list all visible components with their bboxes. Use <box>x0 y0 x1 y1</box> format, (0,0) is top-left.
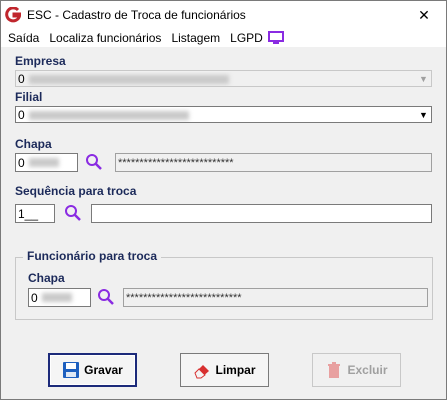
menu-localiza-funcionarios[interactable]: Localiza funcionários <box>44 29 166 47</box>
search-icon[interactable] <box>85 153 103 171</box>
gravar-label: Gravar <box>84 363 123 377</box>
excluir-label: Excluir <box>347 363 388 377</box>
filial-value: 0 <box>18 107 25 122</box>
funcionario-chapa-label: Chapa <box>28 271 65 285</box>
search-icon[interactable] <box>64 204 82 222</box>
limpar-button[interactable]: Limpar <box>180 353 269 387</box>
chapa-value: 0 <box>18 155 25 170</box>
eraser-icon <box>194 365 210 379</box>
sequencia-label: Sequência para troca <box>15 184 137 198</box>
menu-listagem[interactable]: Listagem <box>166 29 225 47</box>
limpar-label: Limpar <box>215 363 256 377</box>
funcionario-name-field: *************************** <box>123 288 428 307</box>
save-icon <box>63 362 80 378</box>
chapa-label: Chapa <box>15 137 52 151</box>
close-icon: ✕ <box>418 6 430 23</box>
sequencia-description-field[interactable] <box>91 204 432 223</box>
chevron-down-icon: ▼ <box>419 73 428 84</box>
close-button[interactable]: ✕ <box>402 1 446 29</box>
funcionario-chapa-value: 0 <box>31 290 38 305</box>
chapa-input[interactable]: 0 <box>15 153 78 172</box>
app-logo-icon <box>5 7 21 23</box>
filial-select[interactable]: 0 ▼ <box>15 106 432 123</box>
menu-saida[interactable]: Saída <box>3 29 44 47</box>
redacted-text <box>28 110 189 120</box>
empresa-label: Empresa <box>15 54 66 68</box>
sequencia-input[interactable]: 1__ <box>15 204 55 223</box>
trash-icon <box>328 362 341 378</box>
redacted-text <box>28 158 59 167</box>
gravar-button[interactable]: Gravar <box>48 353 137 387</box>
empresa-value: 0 <box>18 71 25 86</box>
chapa-name-field: *************************** <box>115 153 432 172</box>
chevron-down-icon: ▼ <box>419 109 428 120</box>
funcionario-chapa-input[interactable]: 0 <box>28 288 91 307</box>
empresa-select[interactable]: 0 ▼ <box>15 70 432 87</box>
excluir-button[interactable]: Excluir <box>312 353 401 387</box>
main-window: ESC - Cadastro de Troca de funcionários … <box>0 0 447 400</box>
redacted-text <box>28 74 229 84</box>
search-icon[interactable] <box>97 288 115 306</box>
menu-lgpd[interactable]: LGPD <box>225 29 268 47</box>
group-title: Funcionário para troca <box>23 249 162 263</box>
monitor-icon[interactable] <box>267 31 284 45</box>
window-title: ESC - Cadastro de Troca de funcionários <box>27 8 246 22</box>
menu-bar: Saída Localiza funcionários Listagem LGP… <box>1 29 446 47</box>
filial-label: Filial <box>15 90 43 104</box>
title-bar: ESC - Cadastro de Troca de funcionários … <box>1 1 446 29</box>
redacted-text <box>41 293 72 302</box>
